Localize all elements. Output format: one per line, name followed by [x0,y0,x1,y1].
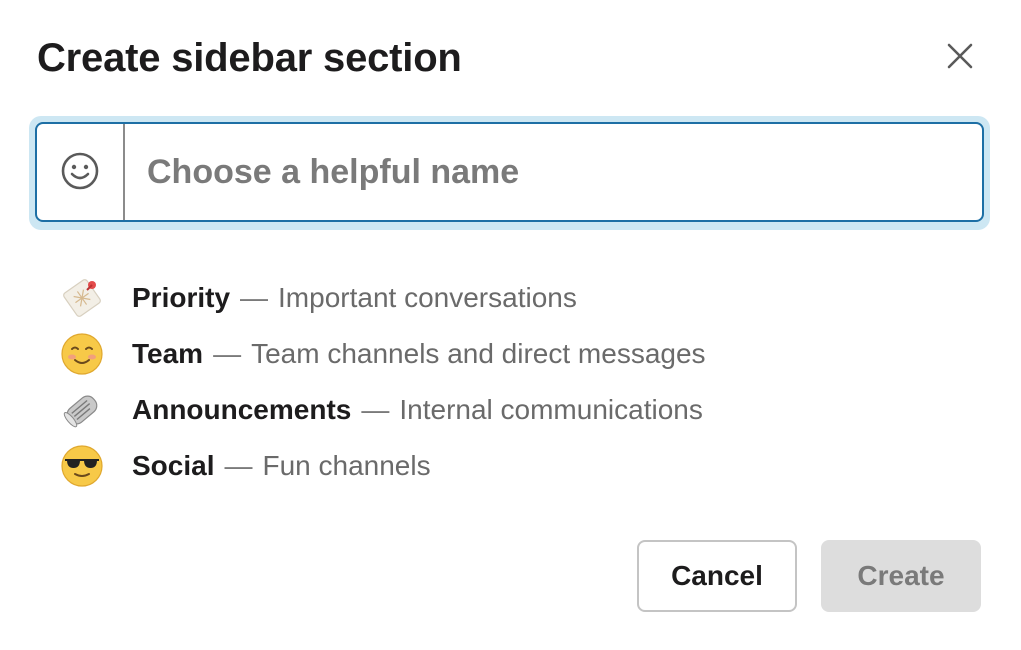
suggestion-description: Important conversations [278,282,577,313]
close-icon [946,42,974,73]
create-sidebar-section-dialog: Create sidebar section Choose a helpful … [0,0,1021,650]
sunglasses-face-icon [58,442,106,490]
suggestion-description: Fun channels [262,450,431,481]
suggestion-name: Announcements [132,394,352,425]
smiley-face-icon [60,151,100,194]
cancel-button[interactable]: Cancel [637,540,797,612]
close-button[interactable] [936,33,984,81]
section-name-field [35,122,984,222]
rolled-newspaper-icon [58,386,106,434]
suggestion-description: Internal communications [399,394,703,425]
suggestion-separator: — [240,282,269,313]
suggestion-item-team[interactable]: Team — Team channels and direct messages [58,326,706,382]
suggestion-name: Social [132,450,215,481]
suggestion-separator: — [213,338,242,369]
suggestion-list: Priority — Important conversations Team … [58,270,706,494]
suggestion-separator: — [361,394,390,425]
suggestion-item-social[interactable]: Social — Fun channels [58,438,706,494]
suggestion-name: Team [132,338,204,369]
suggestion-separator: — [224,450,253,481]
smiling-face-icon [58,330,106,378]
emoji-picker-button[interactable] [37,124,123,220]
suggestion-description: Team channels and direct messages [251,338,706,369]
suggestion-item-announcements[interactable]: Announcements — Internal communications [58,382,706,438]
suggestion-name: Priority [132,282,231,313]
dialog-title: Create sidebar section [37,36,462,80]
section-name-input[interactable] [125,123,982,221]
bookmark-tabs-icon [58,274,106,322]
create-button[interactable]: Create [821,540,981,612]
suggestion-item-priority[interactable]: Priority — Important conversations [58,270,706,326]
